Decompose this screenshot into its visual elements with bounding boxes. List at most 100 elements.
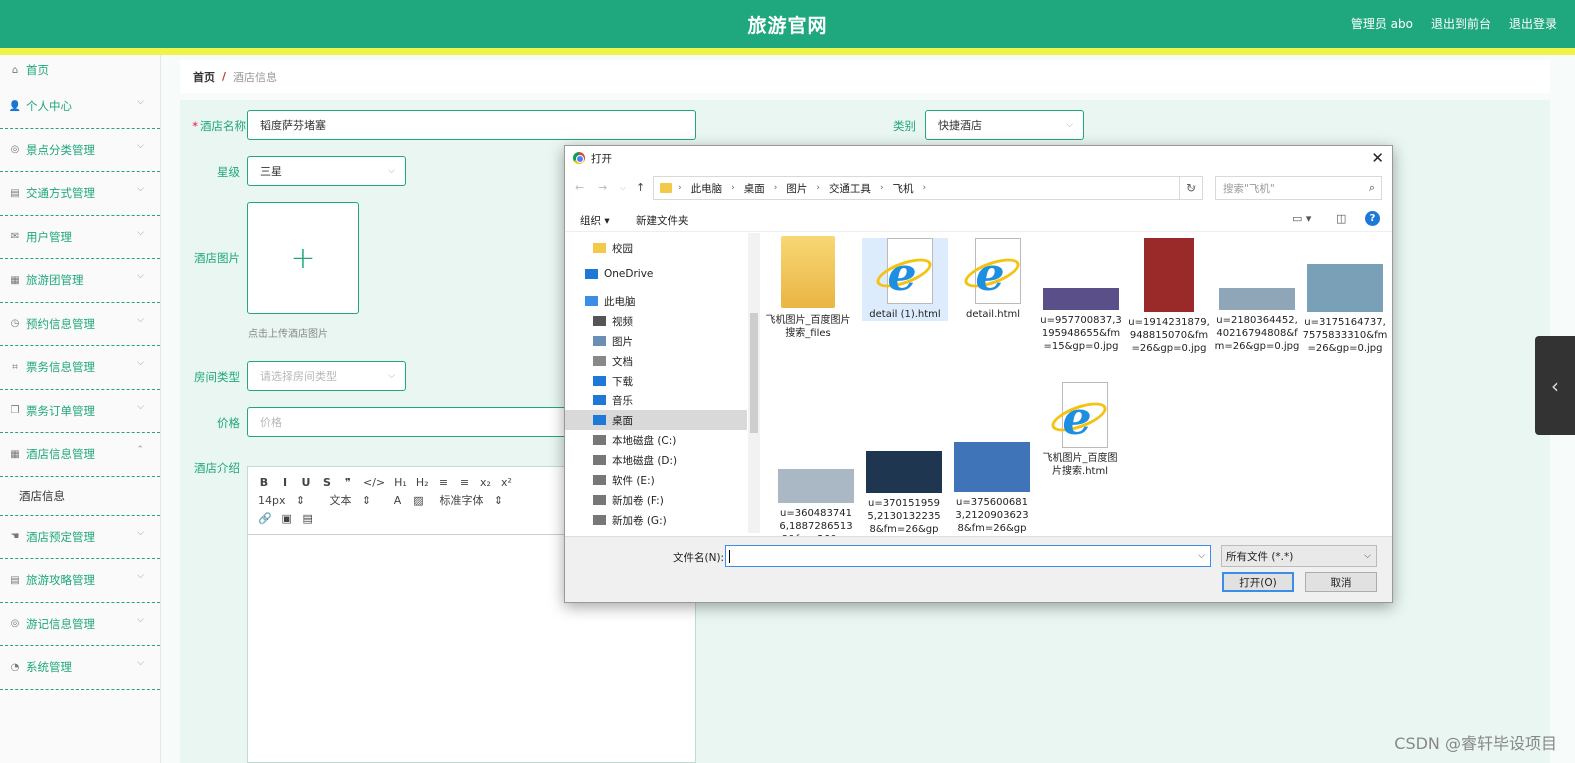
image-icon[interactable]: ▣	[281, 512, 293, 525]
sidebar-item[interactable]: ◎ 景点分类管理 ⌵	[0, 129, 160, 172]
sidebar-item[interactable]: ▦ 旅游团管理 ⌵	[0, 259, 160, 303]
path-segment[interactable]: 图片	[786, 181, 807, 196]
search-icon: ⌕	[1368, 181, 1375, 194]
nav-item[interactable]: 桌面	[565, 410, 747, 430]
subscript-icon[interactable]: x₂	[480, 476, 492, 489]
file-type-select[interactable]: 所有文件 (*.*) ⌵	[1221, 545, 1377, 567]
text-style-select[interactable]: 文本	[330, 492, 352, 508]
font-family-select[interactable]: 标准字体	[440, 492, 484, 508]
sidebar-item[interactable]: ▤ 交通方式管理 ⌵	[0, 172, 160, 216]
star-value: 三星	[260, 165, 282, 178]
video-icon[interactable]: ▤	[302, 512, 314, 525]
ordered-list-icon[interactable]: ≡	[438, 476, 450, 489]
nav-item[interactable]: 本地磁盘 (C:)	[593, 430, 743, 450]
background-color-icon[interactable]: ▨	[413, 494, 425, 507]
scroll-thumb[interactable]	[750, 313, 758, 433]
sidebar-item[interactable]: ⌗ 票务信息管理 ⌵	[0, 346, 160, 390]
heading1-icon[interactable]: H₁	[394, 476, 407, 489]
filename-input[interactable]: ⌵	[725, 545, 1211, 567]
preview-pane-icon[interactable]: ◫	[1336, 212, 1346, 225]
strikethrough-icon[interactable]: S	[321, 476, 333, 489]
sidebar-item-home[interactable]: ⌂ 首页	[0, 55, 160, 85]
sidebar-subitem-hotel-info[interactable]: 酒店信息	[0, 476, 160, 516]
sidebar-item[interactable]: ☚ 酒店预定管理 ⌵	[0, 516, 160, 559]
nav-item[interactable]: 音乐	[593, 390, 743, 410]
nav-item[interactable]: 文档	[593, 351, 743, 371]
help-icon[interactable]: ?	[1365, 211, 1380, 226]
nav-item[interactable]: 本地磁盘 (D:)	[593, 450, 743, 470]
chevron-down-icon[interactable]: ⌵	[1198, 551, 1205, 561]
file-item[interactable]: e detail.html	[950, 238, 1036, 321]
star-select[interactable]: 三星 ⌵	[247, 156, 406, 186]
image-upload-button[interactable]: +	[247, 202, 359, 314]
bold-icon[interactable]: B	[258, 476, 270, 489]
sidebar-item[interactable]: ▤ 旅游攻略管理 ⌵	[0, 559, 160, 603]
path-segment[interactable]: 此电脑	[691, 181, 723, 196]
address-bar[interactable]: › 此电脑 › 桌面 › 图片 › 交通工具 › 飞机 › ⌵	[653, 176, 1203, 200]
file-item[interactable]: 飞机图片_百度图片搜索_files	[765, 236, 851, 340]
file-item[interactable]: u=3701519595,21301322358&fm=26&gp=0.jpg	[866, 409, 942, 549]
sidebar-item[interactable]: ◎ 游记信息管理 ⌵	[0, 603, 160, 646]
code-icon[interactable]: </>	[363, 476, 385, 489]
breadcrumb-home[interactable]: 首页	[193, 69, 215, 85]
sidebar-item[interactable]: ▦ 酒店信息管理 ⌃	[0, 433, 160, 477]
grid-icon: ▦	[10, 448, 20, 460]
forward-icon[interactable]: →	[598, 181, 607, 194]
nav-scrollbar[interactable]	[748, 233, 760, 533]
file-item[interactable]: u=3175164737,7575833310&fm=26&gp=0.jpg	[1302, 236, 1388, 355]
file-item[interactable]: u=1914231879,948815070&fm=26&gp=0.jpg	[1126, 236, 1212, 355]
path-segment[interactable]: 交通工具	[829, 181, 871, 196]
nav-item[interactable]: 图片	[593, 331, 743, 351]
path-segment[interactable]: 飞机	[893, 181, 914, 196]
nav-item[interactable]: 新加卷 (G:)	[593, 510, 743, 530]
category-select[interactable]: 快捷酒店 ⌵	[925, 110, 1084, 140]
file-item[interactable]: u=957700837,3195948655&fm=15&gp=0.jpg	[1038, 236, 1124, 353]
sidebar-item[interactable]: ◷ 预约信息管理 ⌵	[0, 303, 160, 346]
font-size-select[interactable]: 14px	[258, 494, 286, 507]
up-icon[interactable]: ↑	[636, 181, 645, 194]
nav-item[interactable]: 下载	[593, 371, 743, 391]
file-item[interactable]: e detail (1).html	[862, 238, 948, 321]
back-icon[interactable]: ←	[575, 181, 584, 194]
open-button[interactable]: 打开(O)	[1222, 572, 1294, 592]
nav-item[interactable]: 校园	[593, 238, 743, 258]
search-input[interactable]: 搜索"飞机" ⌕	[1215, 176, 1382, 200]
sidebar-item[interactable]: ◔ 系统管理 ⌵	[0, 646, 160, 690]
room-type-select[interactable]: 请选择房间类型 ⌵	[247, 361, 406, 391]
to-front-link[interactable]: 退出到前台	[1431, 15, 1491, 32]
font-color-icon[interactable]: A	[392, 494, 404, 507]
nav-item[interactable]: 软件 (E:)	[593, 470, 743, 490]
hotel-name-input[interactable]: 韬度萨芬堵塞	[247, 110, 696, 140]
cancel-button[interactable]: 取消	[1305, 572, 1377, 592]
logout-link[interactable]: 退出登录	[1509, 15, 1557, 32]
side-collapse-tab[interactable]: ‹	[1535, 336, 1575, 435]
file-item[interactable]: u=3756006813,21209036238&fm=26&gp=0.jpg	[954, 406, 1030, 548]
heading2-icon[interactable]: H₂	[416, 476, 429, 489]
superscript-icon[interactable]: x²	[501, 476, 513, 489]
recent-dropdown-icon[interactable]: ⌵	[620, 183, 626, 193]
sidebar-item[interactable]: 👤 个人中心 ⌵	[0, 85, 160, 129]
nav-item[interactable]: 此电脑	[585, 291, 735, 311]
sidebar-item-label: 票务信息管理	[26, 360, 95, 375]
close-icon[interactable]: ✕	[1371, 149, 1384, 167]
file-item[interactable]: u=2180364452,40216794808&fm=26&gp=0.jpg	[1214, 236, 1300, 353]
refresh-icon[interactable]: ↻	[1179, 176, 1203, 200]
link-icon[interactable]: 🔗	[258, 512, 272, 525]
path-segment[interactable]: 桌面	[744, 181, 765, 196]
new-folder-button[interactable]: 新建文件夹	[636, 213, 689, 228]
blockquote-icon[interactable]: ❞	[342, 476, 354, 489]
italic-icon[interactable]: I	[279, 476, 291, 489]
view-options-icon[interactable]: ▭ ▾	[1292, 212, 1311, 225]
sidebar-item[interactable]: ✉ 用户管理 ⌵	[0, 216, 160, 259]
chrome-icon	[573, 152, 585, 164]
file-item[interactable]: e 飞机图片_百度图片搜索.html	[1042, 382, 1118, 478]
nav-item[interactable]: 视频	[593, 311, 743, 331]
sidebar-item[interactable]: ❐ 票务订单管理 ⌵	[0, 390, 160, 433]
chevron-down-icon: ⌵	[137, 658, 144, 668]
organize-button[interactable]: 组织 ▾	[580, 213, 610, 228]
bullet-list-icon[interactable]: ≡	[459, 476, 471, 489]
underline-icon[interactable]: U	[300, 476, 312, 489]
nav-item[interactable]: OneDrive	[585, 264, 735, 284]
nav-item[interactable]: 新加卷 (F:)	[593, 490, 743, 510]
image-thumbnail	[866, 451, 942, 493]
